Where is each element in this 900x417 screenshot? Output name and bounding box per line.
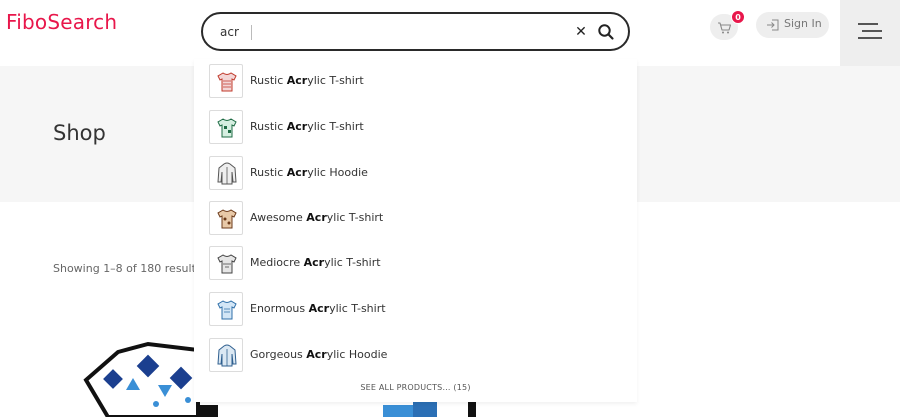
search-icon — [598, 24, 614, 40]
menu-button[interactable] — [840, 0, 900, 66]
suggestion-item[interactable]: Rustic Acrylic T-shirt — [194, 105, 637, 150]
sign-in-label: Sign In — [784, 17, 822, 30]
sign-in-button[interactable]: Sign In — [756, 12, 829, 38]
search-bar: ✕ — [201, 12, 630, 51]
product-thumbnail — [209, 338, 243, 372]
suggestion-label: Mediocre Acrylic T-shirt — [250, 256, 381, 269]
product-thumbnail — [209, 156, 243, 190]
suggestion-item[interactable]: Awesome Acrylic T-shirt — [194, 196, 637, 241]
suggestion-item[interactable]: Rustic Acrylic T-shirt — [194, 59, 637, 104]
product-thumbnail — [209, 292, 243, 326]
suggestion-label: Enormous Acrylic T-shirt — [250, 302, 386, 315]
cart-count-badge: 0 — [731, 10, 745, 24]
page-title: Shop — [53, 121, 106, 145]
clear-search-button[interactable]: ✕ — [574, 22, 588, 42]
suggestion-item[interactable]: Enormous Acrylic T-shirt — [194, 287, 637, 332]
product-thumbnail — [209, 201, 243, 235]
see-all-products-link[interactable]: SEE ALL PRODUCTS... (15) — [194, 383, 637, 392]
hamburger-menu-icon — [858, 23, 882, 39]
suggestion-label: Rustic Acrylic Hoodie — [250, 166, 368, 179]
suggestion-item[interactable]: Rustic Acrylic Hoodie — [194, 151, 637, 196]
tshirt-icon — [217, 118, 237, 138]
tshirt-icon — [217, 300, 237, 320]
product-thumbnail — [209, 110, 243, 144]
tshirt-icon — [217, 254, 237, 274]
suggestion-label: Rustic Acrylic T-shirt — [250, 120, 364, 133]
search-suggestions-dropdown: Rustic Acrylic T-shirt Rustic Acrylic T-… — [194, 59, 637, 402]
suggestion-label: Gorgeous Acrylic Hoodie — [250, 348, 388, 361]
suggestion-item[interactable]: Mediocre Acrylic T-shirt — [194, 241, 637, 286]
product-thumbnail — [209, 64, 243, 98]
product-thumbnail — [209, 246, 243, 280]
hoodie-icon — [217, 162, 237, 185]
site-logo[interactable]: FiboSearch — [6, 10, 117, 34]
site-header: FiboSearch ✕ 0 Sign In — [0, 0, 900, 66]
search-button[interactable] — [596, 22, 616, 42]
suggestion-label: Rustic Acrylic T-shirt — [250, 74, 364, 87]
sign-in-icon — [767, 19, 779, 31]
search-input[interactable] — [220, 22, 560, 42]
tshirt-icon — [217, 72, 237, 92]
hoodie-icon — [217, 344, 237, 367]
tshirt-icon — [217, 209, 237, 229]
text-caret — [251, 25, 252, 40]
suggestion-item[interactable]: Gorgeous Acrylic Hoodie — [194, 333, 637, 378]
result-count: Showing 1–8 of 180 results — [53, 262, 202, 275]
suggestion-label: Awesome Acrylic T-shirt — [250, 211, 384, 224]
